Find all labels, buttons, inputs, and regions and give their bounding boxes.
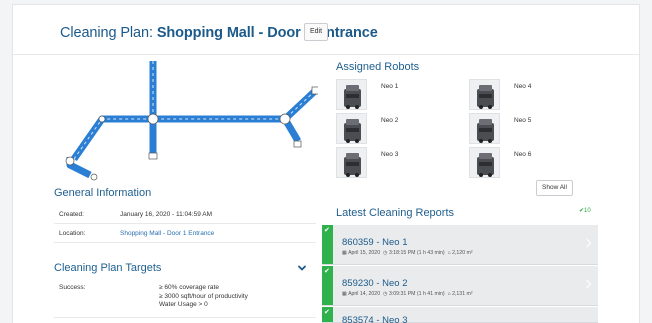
check-icon: ✔ bbox=[324, 227, 330, 234]
map-node-east-end bbox=[293, 140, 302, 148]
target-coverage: ≥ 60% coverage rate bbox=[159, 284, 219, 291]
report-item[interactable]: ✔ 853574 - Neo 3 bbox=[322, 307, 598, 323]
map-node-southwest bbox=[65, 156, 75, 166]
robot-item[interactable]: Neo 3 bbox=[336, 147, 476, 181]
robot-icon bbox=[469, 147, 500, 178]
calendar-icon: ▦ bbox=[342, 291, 347, 297]
robot-icon bbox=[336, 147, 367, 178]
edit-button[interactable]: Edit bbox=[304, 23, 329, 41]
location-label: Location: bbox=[59, 230, 86, 237]
report-area: 2,120 m² bbox=[452, 250, 473, 256]
robot-name: Neo 4 bbox=[514, 83, 532, 90]
chevron-right-icon bbox=[582, 238, 592, 248]
robot-name: Neo 3 bbox=[381, 151, 399, 158]
success-label: Success: bbox=[59, 284, 86, 291]
report-area: 2,131 m² bbox=[452, 291, 473, 297]
map-node-center bbox=[147, 113, 159, 125]
clock-icon: ◷ bbox=[382, 291, 388, 297]
map-path-main bbox=[71, 88, 318, 162]
map-start-marker bbox=[90, 173, 98, 181]
robot-item[interactable]: Neo 4 bbox=[469, 79, 609, 113]
robot-item[interactable]: Neo 2 bbox=[336, 113, 476, 147]
robot-icon bbox=[469, 79, 500, 110]
created-value: January 16, 2020 - 11:04:59 AM bbox=[120, 211, 213, 218]
map-node-northeast bbox=[311, 86, 318, 95]
chevron-right-icon bbox=[582, 279, 592, 289]
robot-name: Neo 5 bbox=[514, 117, 532, 124]
title-plan-name: Shopping Mall - Door 1 Entrance bbox=[156, 25, 378, 41]
robot-item[interactable]: Neo 1 bbox=[336, 79, 476, 113]
general-info-title: General Information bbox=[54, 187, 152, 199]
page-title: Cleaning Plan: Shopping Mall - Door 1 En… bbox=[60, 25, 378, 41]
title-prefix: Cleaning Plan: bbox=[60, 25, 157, 41]
robot-icon bbox=[336, 79, 367, 110]
targets-row-success: Success: ≥ 60% coverage rate ≥ 3000 sqft… bbox=[54, 278, 316, 318]
report-time: 3:18:15 PM (1 h 43 min) bbox=[388, 250, 445, 256]
cleaning-path-map bbox=[65, 61, 318, 181]
robot-item[interactable]: Neo 5 bbox=[469, 113, 609, 147]
report-title: 859230 - Neo 2 bbox=[342, 278, 408, 289]
report-time: 3:09:31 PM (1 h 41 min) bbox=[388, 291, 445, 297]
info-row-created: Created: January 16, 2020 - 11:04:59 AM bbox=[54, 206, 316, 224]
target-productivity: ≥ 3000 sqft/hour of productivity bbox=[159, 292, 248, 300]
robot-icon bbox=[469, 113, 500, 144]
robot-name: Neo 6 bbox=[514, 151, 532, 158]
report-date: April 15, 2020 bbox=[348, 250, 381, 256]
target-water: Water Usage > 0 bbox=[159, 301, 208, 308]
report-title: 860359 - Neo 1 bbox=[342, 237, 408, 248]
chevron-down-icon[interactable] bbox=[296, 262, 308, 274]
plan-header: Cleaning Plan: Shopping Mall - Door 1 En… bbox=[13, 5, 639, 55]
area-icon: ⌂ bbox=[447, 291, 451, 297]
report-title: 853574 - Neo 3 bbox=[342, 315, 408, 323]
report-item[interactable]: ✔ 859230 - Neo 2 ▦ April 14, 2020 ◷ 3:09… bbox=[322, 266, 598, 306]
latest-reports-title: Latest Cleaning Reports bbox=[336, 207, 455, 219]
show-all-button[interactable]: Show All bbox=[536, 180, 573, 196]
area-icon: ⌂ bbox=[447, 250, 451, 256]
check-icon: ✔ bbox=[324, 268, 330, 275]
report-meta: ▦ April 15, 2020 ◷ 3:18:15 PM (1 h 43 mi… bbox=[342, 250, 473, 256]
map-node-east bbox=[279, 113, 291, 125]
report-status-bar: ✔ bbox=[322, 225, 333, 264]
created-label: Created: bbox=[59, 211, 84, 218]
robot-name: Neo 1 bbox=[381, 83, 399, 90]
robot-icon bbox=[336, 113, 367, 144]
robot-item[interactable]: Neo 6 bbox=[469, 147, 609, 181]
targets-title: Cleaning Plan Targets bbox=[54, 262, 162, 274]
report-item[interactable]: ✔ 860359 - Neo 1 ▦ April 15, 2020 ◷ 3:18… bbox=[322, 225, 598, 265]
report-status-bar: ✔ bbox=[322, 266, 333, 305]
robot-name: Neo 2 bbox=[381, 117, 399, 124]
check-icon: ✔ bbox=[324, 309, 330, 316]
report-date: April 14, 2020 bbox=[348, 291, 381, 297]
location-link[interactable]: Shopping Mall - Door 1 Entrance bbox=[120, 225, 214, 243]
reports-count-badge: ✔10 bbox=[579, 208, 591, 214]
clock-icon: ◷ bbox=[382, 250, 388, 256]
map-node-south bbox=[148, 152, 158, 160]
info-row-location: Location: Shopping Mall - Door 1 Entranc… bbox=[54, 225, 316, 243]
report-meta: ▦ April 14, 2020 ◷ 3:09:31 PM (1 h 41 mi… bbox=[342, 291, 473, 297]
assigned-robots-title: Assigned Robots bbox=[336, 61, 420, 73]
map-node-west bbox=[98, 115, 106, 123]
report-status-bar: ✔ bbox=[322, 307, 333, 322]
calendar-icon: ▦ bbox=[342, 250, 347, 256]
